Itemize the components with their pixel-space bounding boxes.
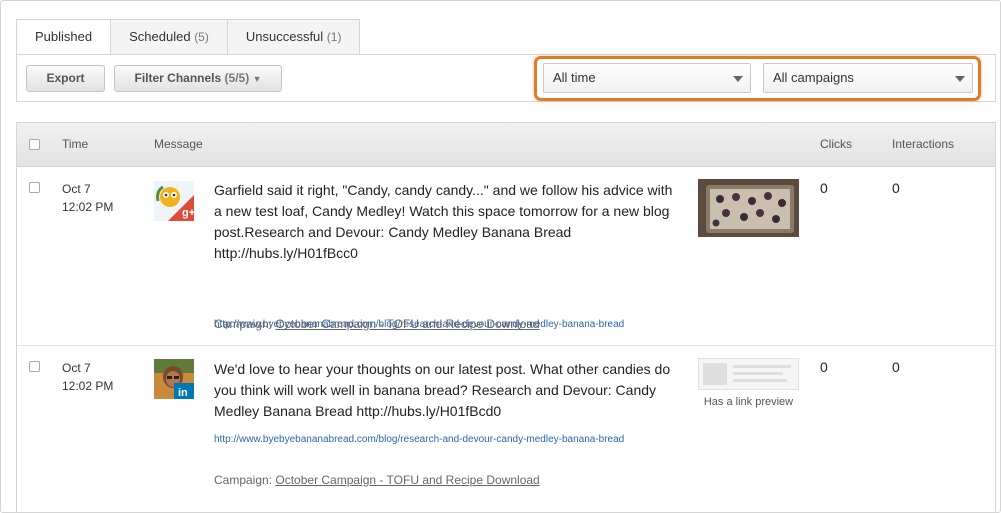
time-range-value: All time xyxy=(553,70,596,85)
filter-count: (5/5) xyxy=(224,71,250,85)
google-plus-icon: g+ xyxy=(154,181,195,221)
filter-channels-button[interactable]: Filter Channels (5/5) ▼ xyxy=(114,65,282,92)
caret-down-icon xyxy=(733,76,743,82)
header-interactions[interactable]: Interactions xyxy=(892,137,954,151)
campaign-line: Campaign: October Campaign - TOFU and Re… xyxy=(214,473,540,487)
clicks-count: 0 xyxy=(820,359,828,375)
table-row: Oct 7 12:02 PM g+ Garfield said it right… xyxy=(17,167,995,346)
table-header: Time Message Clicks Interactions xyxy=(17,123,995,167)
select-all-checkbox[interactable] xyxy=(29,139,40,150)
tab-published[interactable]: Published xyxy=(16,19,112,55)
campaign-select[interactable]: All campaigns xyxy=(763,63,973,93)
post-time: Oct 7 12:02 PM xyxy=(62,359,113,395)
tab-count: (5) xyxy=(194,30,209,44)
row-checkbox[interactable] xyxy=(29,361,40,372)
header-clicks[interactable]: Clicks xyxy=(820,137,852,151)
campaign-label: Campaign: xyxy=(214,317,273,331)
message-text: Garfield said it right, "Candy, candy ca… xyxy=(214,182,673,261)
tab-unsuccessful[interactable]: Unsuccessful (1) xyxy=(227,19,361,54)
tab-label: Unsuccessful xyxy=(245,29,324,44)
campaign-link[interactable]: October Campaign - TOFU and Recipe Downl… xyxy=(275,473,539,487)
dropdown-arrow-icon: ▼ xyxy=(252,74,262,84)
caret-down-icon xyxy=(955,76,965,82)
tab-label: Scheduled xyxy=(129,29,191,44)
filter-label: Filter Channels xyxy=(134,71,222,85)
tab-label: Published xyxy=(35,29,93,44)
interactions-count: 0 xyxy=(892,180,900,196)
link-preview-label: Has a link preview xyxy=(703,396,794,408)
svg-text:g+: g+ xyxy=(182,207,194,219)
clicks-count: 0 xyxy=(820,180,828,196)
publishing-panel: Published Scheduled (5) Unsuccessful (1)… xyxy=(0,0,1001,513)
post-date: Oct 7 xyxy=(62,182,91,196)
svg-text:in: in xyxy=(178,387,188,399)
row-checkbox[interactable] xyxy=(29,182,40,193)
interactions-count: 0 xyxy=(892,359,900,375)
messages-table: Time Message Clicks Interactions Oct 7 1… xyxy=(16,122,996,512)
campaign-value: All campaigns xyxy=(773,70,854,85)
message-text: We'd love to hear your thoughts on our l… xyxy=(214,361,671,419)
campaign-label: Campaign: xyxy=(214,473,273,487)
post-image-thumbnail[interactable] xyxy=(698,179,799,237)
header-time[interactable]: Time xyxy=(62,137,88,151)
linkedin-icon: in xyxy=(154,359,194,399)
export-button[interactable]: Export xyxy=(26,65,105,92)
campaign-link[interactable]: October Campaign - TOFU and Recipe Downl… xyxy=(275,317,539,331)
table-row: Oct 7 12:02 PM in We'd love to hear your… xyxy=(17,346,995,512)
post-clock: 12:02 PM xyxy=(62,379,114,393)
tab-count: (1) xyxy=(326,30,342,44)
export-label: Export xyxy=(46,71,85,85)
campaign-line: Campaign: October Campaign - TOFU and Re… xyxy=(214,317,540,331)
post-clock: 12:02 PM xyxy=(62,200,114,214)
post-time: Oct 7 12:02 PM xyxy=(62,180,113,216)
message-link[interactable]: http://www.byebyebananabread.com/blog/re… xyxy=(214,432,679,447)
tab-scheduled[interactable]: Scheduled (5) xyxy=(111,19,228,54)
link-preview-placeholder[interactable] xyxy=(698,358,799,390)
tab-bar: Published Scheduled (5) Unsuccessful (1) xyxy=(16,19,361,55)
post-date: Oct 7 xyxy=(62,361,91,375)
header-message: Message xyxy=(154,137,203,151)
time-range-select[interactable]: All time xyxy=(543,63,751,93)
